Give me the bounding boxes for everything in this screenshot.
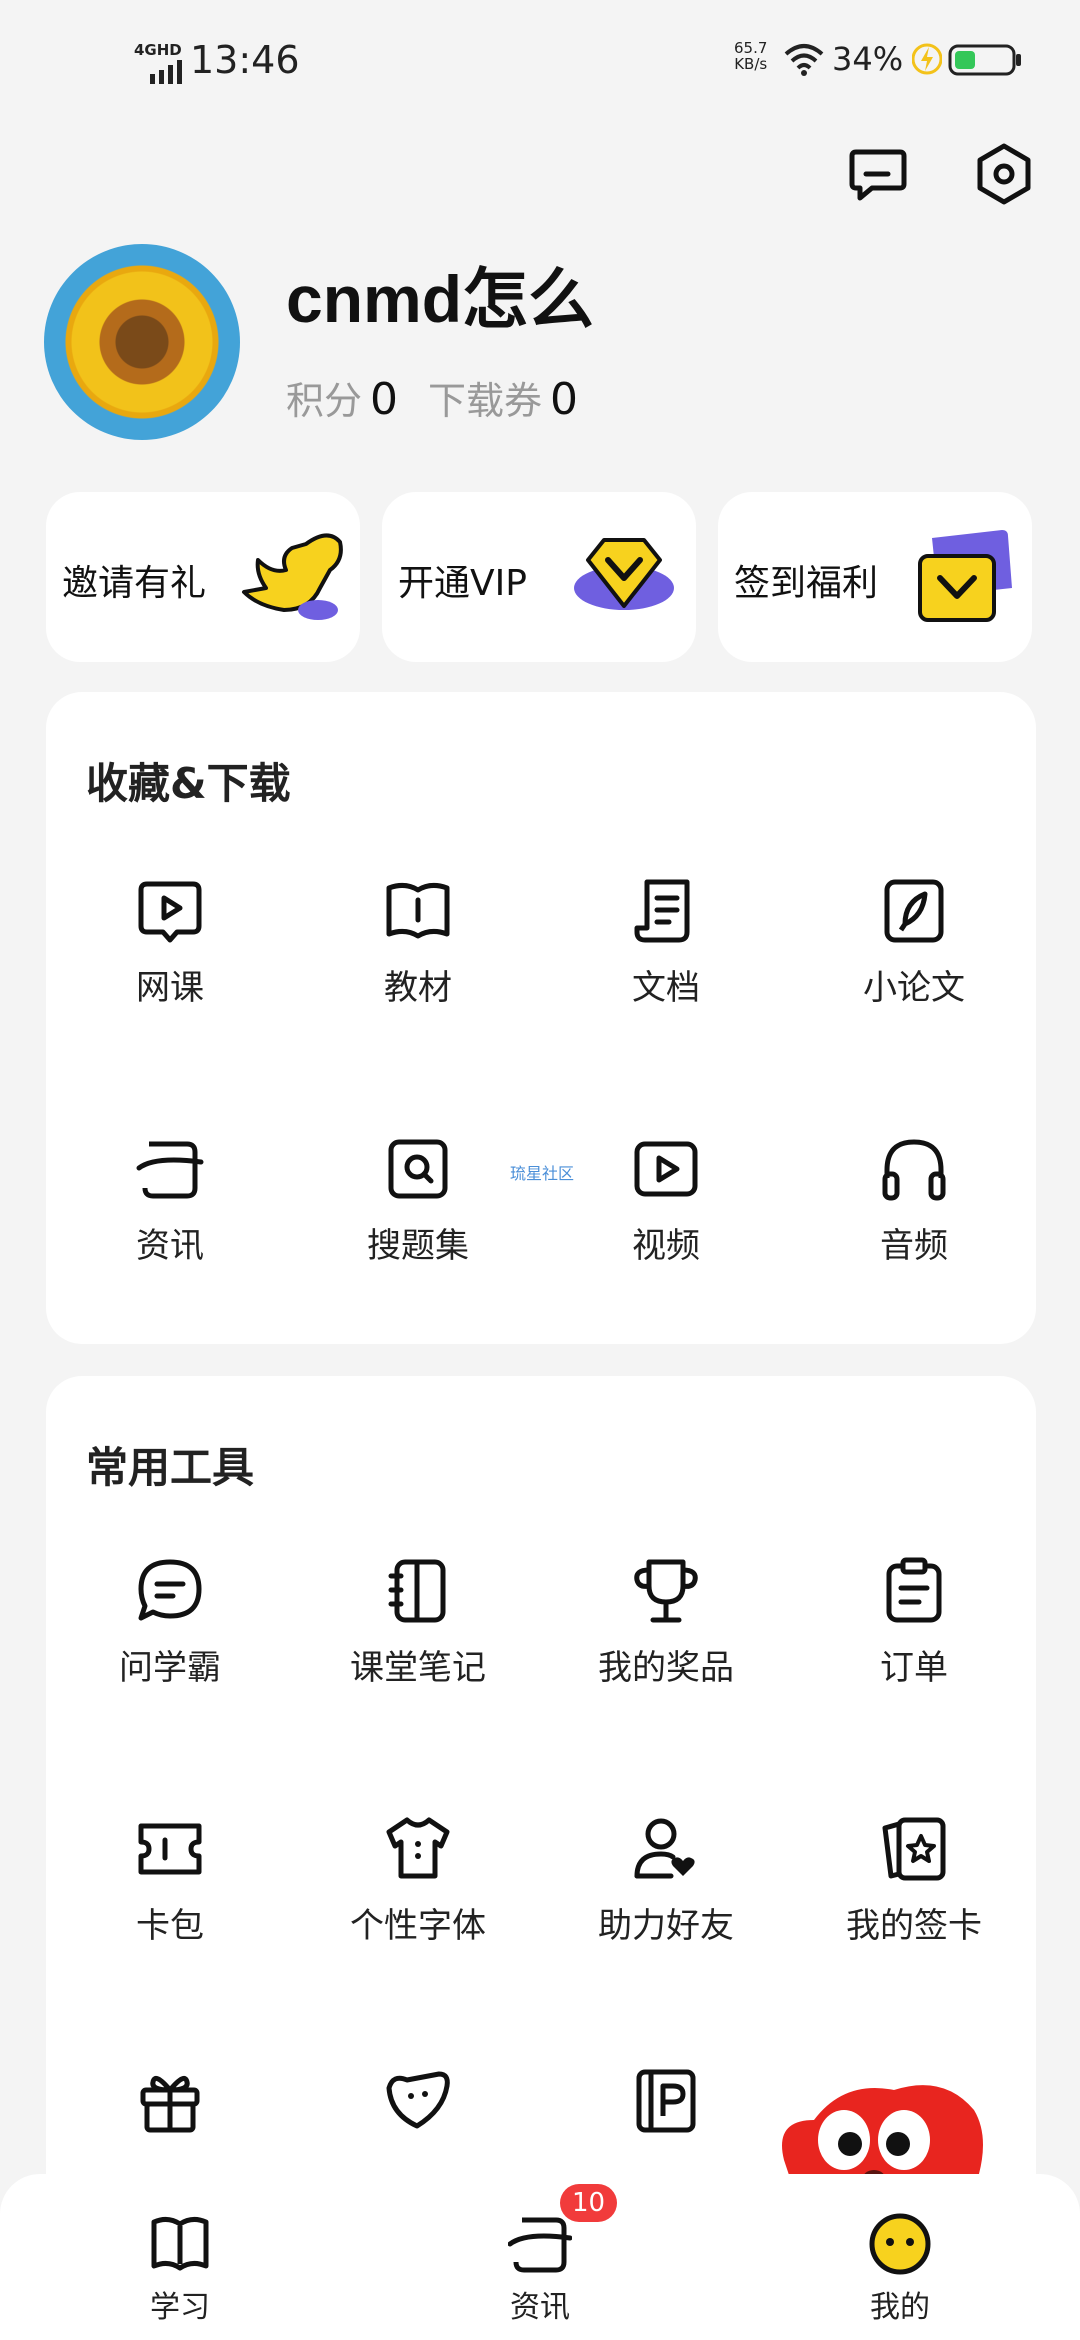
nav-label: 我的 [870, 2290, 930, 2325]
smiley-icon [869, 2213, 931, 2275]
signal-icon [150, 60, 182, 84]
points-label: 积分 [286, 379, 363, 423]
news-icon [508, 2217, 572, 2273]
headphones-icon [882, 1139, 946, 1201]
wifi-icon [784, 44, 824, 76]
item-label: 视频 [632, 1226, 700, 1266]
item-label: 卡包 [136, 1906, 204, 1946]
grid-item-textbook[interactable]: 教材 [294, 876, 542, 1009]
grid-item-audio[interactable]: 音频 [790, 1134, 1038, 1267]
notebook-icon [388, 1559, 446, 1623]
item-label: 音频 [880, 1226, 948, 1266]
tshirt-icon [386, 1817, 450, 1879]
speed-value: 65.7 [734, 39, 768, 57]
item-label: 资讯 [136, 1226, 204, 1266]
vouchers-value[interactable]: 0 [550, 374, 578, 425]
network-indicator: 4GHD [134, 41, 182, 59]
parking-icon [636, 2069, 696, 2133]
nav-label: 资讯 [510, 2290, 570, 2325]
item-label: 搜题集 [367, 1226, 469, 1266]
section-title: 常用工具 [86, 1443, 255, 1492]
item-label: 个性字体 [350, 1906, 486, 1946]
avatar[interactable] [44, 244, 240, 440]
item-label: 课堂笔记 [350, 1648, 486, 1688]
heart-face-icon [386, 2071, 450, 2129]
clipboard-icon [886, 1557, 942, 1623]
vouchers-label: 下载券 [428, 379, 543, 423]
bottom-nav: 学习 资讯 我的 [0, 2174, 1080, 2340]
vip-label: 开通VIP [398, 563, 527, 604]
chat-icon [138, 1559, 202, 1621]
grid-item-online-course[interactable]: 网课 [46, 876, 294, 1009]
book-icon [386, 882, 450, 939]
message-icon[interactable] [846, 142, 910, 206]
username: cnmd怎么 [286, 262, 595, 336]
grid-item-class-notes[interactable]: 课堂笔记 [294, 1556, 542, 1689]
grid-item-heart[interactable] [294, 2066, 542, 2136]
document-icon [634, 879, 690, 943]
item-label: 订单 [880, 1648, 948, 1688]
invite-label: 邀请有礼 [62, 563, 207, 604]
network-speed: 65.7 KB/s [734, 40, 767, 72]
item-label: 问学霸 [119, 1648, 221, 1688]
speed-unit: KB/s [734, 55, 768, 73]
grid-item-document[interactable]: 文档 [542, 876, 790, 1009]
nav-news[interactable]: 资讯 [440, 2212, 640, 2326]
item-label: 教材 [384, 968, 452, 1008]
clock: 13:46 [190, 38, 300, 82]
pen-icon [884, 879, 944, 943]
grid-item-short-paper[interactable]: 小论文 [790, 876, 1038, 1009]
book-icon [151, 2216, 209, 2271]
grid-item-my-signcards[interactable]: 我的签卡 [790, 1814, 1038, 1947]
search-question-icon [388, 1139, 448, 1199]
checkin-card-icon [918, 530, 1012, 622]
battery-icon [948, 44, 1021, 76]
grid-item-custom-font[interactable]: 个性字体 [294, 1814, 542, 1947]
news-badge: 10 [560, 2184, 618, 2222]
ticket-icon [138, 1823, 202, 1875]
nav-study[interactable]: 学习 [80, 2212, 280, 2326]
status-bar: 4GHD 13:46 65.7 KB/s 34% [0, 30, 1080, 90]
nav-me[interactable]: 我的 [800, 2212, 1000, 2326]
grid-item-ask-expert[interactable]: 问学霸 [46, 1556, 294, 1689]
star-card-icon [882, 1817, 946, 1881]
item-label: 网课 [136, 968, 204, 1008]
battery-percent: 34% [832, 40, 904, 78]
grid-item-card-wallet[interactable]: 卡包 [46, 1814, 294, 1947]
grid-item-question-set[interactable]: 搜题集 [294, 1134, 542, 1267]
vip-card[interactable]: 开通VIP [382, 492, 696, 662]
video-icon [634, 1141, 698, 1197]
grid-item-parking[interactable] [542, 2066, 790, 2136]
section-title: 收藏&下载 [86, 759, 291, 808]
waving-hand-icon [242, 533, 343, 620]
video-lesson-icon [138, 881, 202, 943]
gift-icon [140, 2075, 200, 2133]
grid-item-news[interactable]: 资讯 [46, 1134, 294, 1267]
item-label: 文档 [632, 968, 700, 1008]
checkin-card[interactable]: 签到福利 [718, 492, 1032, 662]
item-label: 我的奖品 [598, 1648, 734, 1688]
grid-item-my-prizes[interactable]: 我的奖品 [542, 1556, 790, 1689]
nav-label: 学习 [150, 2290, 210, 2325]
user-stats: 积分 0 下载券 0 [286, 370, 608, 425]
grid-item-orders[interactable]: 订单 [790, 1556, 1038, 1689]
vip-badge-icon [574, 538, 674, 610]
checkin-label: 签到福利 [734, 563, 879, 604]
item-label: 小论文 [863, 968, 965, 1008]
news-icon [136, 1141, 204, 1199]
friend-heart-icon [634, 1818, 695, 1879]
grid-item-video[interactable]: 视频 [542, 1134, 790, 1267]
points-value[interactable]: 0 [370, 374, 398, 425]
settings-icon[interactable] [972, 142, 1036, 206]
grid-item-gift[interactable] [46, 2066, 294, 2136]
favorites-section: 收藏&下载 网课 教材 文档 小论文 资讯 搜题集 琉星社区 视频 音频 [46, 692, 1036, 1344]
item-label: 我的签卡 [846, 1906, 982, 1946]
trophy-icon [634, 1559, 698, 1623]
charging-icon [912, 43, 942, 75]
grid-item-help-friend[interactable]: 助力好友 [542, 1814, 790, 1947]
invite-card[interactable]: 邀请有礼 [46, 492, 360, 662]
item-label: 助力好友 [598, 1906, 734, 1946]
